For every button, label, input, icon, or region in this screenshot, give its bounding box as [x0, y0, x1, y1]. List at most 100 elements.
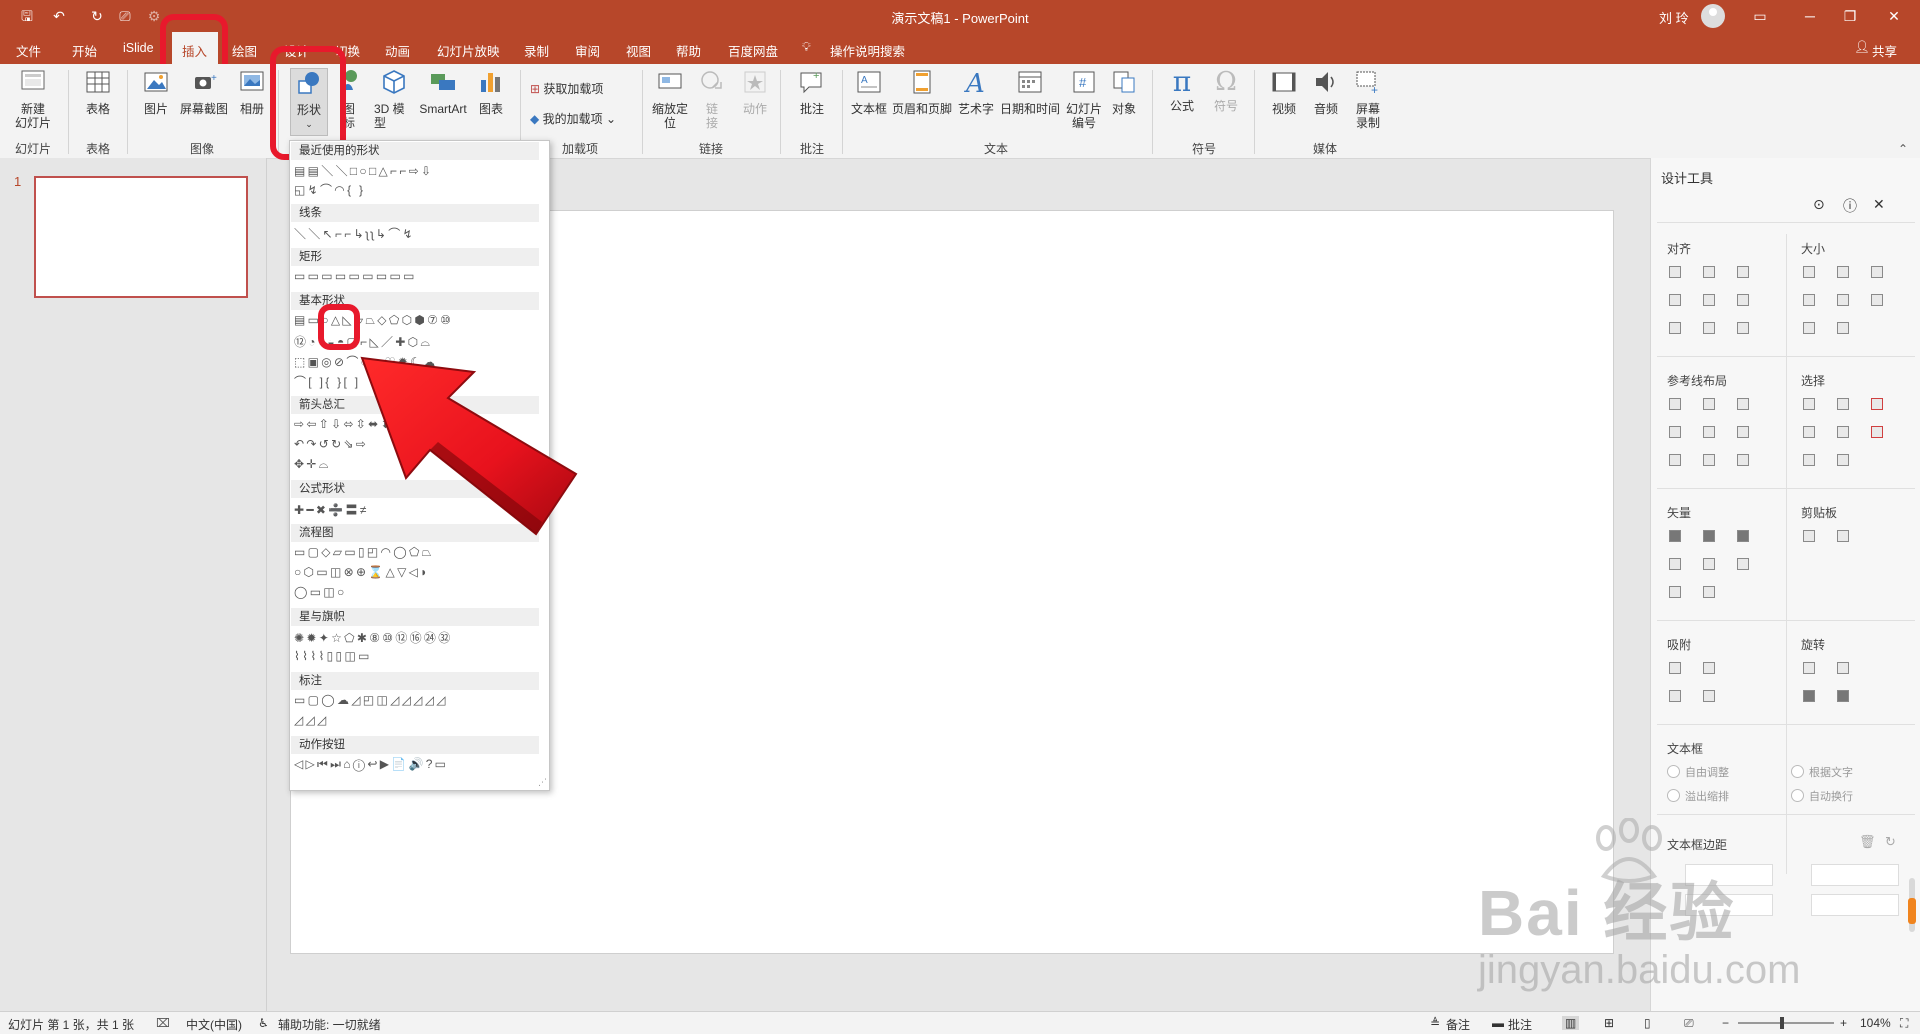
- align-middle-icon[interactable]: [1703, 294, 1715, 306]
- tab-slideshow[interactable]: 幻灯片放映: [437, 41, 500, 60]
- vector-link-icon[interactable]: [1703, 586, 1715, 598]
- zoom-slider-thumb[interactable]: [1780, 1017, 1784, 1029]
- vector-intersect-icon[interactable]: [1669, 558, 1681, 570]
- select-top-icon[interactable]: [1803, 426, 1815, 438]
- object-button[interactable]: 对象: [1106, 68, 1142, 116]
- same-height-icon[interactable]: [1837, 266, 1849, 278]
- guide-height-icon[interactable]: [1703, 454, 1715, 466]
- option-free-adjust[interactable]: 自由调整: [1667, 764, 1729, 780]
- link-button[interactable]: 链 接: [696, 68, 728, 130]
- accessibility-status[interactable]: 辅助功能: 一切就绪: [278, 1016, 381, 1033]
- 3d-models-button[interactable]: 3D 模 型: [374, 68, 414, 130]
- snap-left-icon[interactable]: [1669, 662, 1681, 674]
- share-button[interactable]: 共享: [1872, 41, 1897, 60]
- align-right-icon[interactable]: [1737, 266, 1749, 278]
- zoom-slider-track[interactable]: [1738, 1022, 1834, 1024]
- header-footer-button[interactable]: 页眉和页脚: [890, 68, 954, 116]
- picture-button[interactable]: 图片: [134, 68, 178, 116]
- notes-button[interactable]: 备注: [1446, 1016, 1470, 1033]
- shape-row-callouts-2[interactable]: ◿◿◿: [294, 713, 329, 731]
- shape-row-arrows-3[interactable]: ✥✛⌓: [294, 457, 331, 475]
- pin-icon[interactable]: ⊙: [1813, 196, 1825, 213]
- shape-row-stars-1[interactable]: ✺✹✦☆⬠✱⑧⑩⑫⑯㉔㉜: [294, 629, 453, 647]
- guide-top-icon[interactable]: [1669, 426, 1681, 438]
- same-size-icon[interactable]: [1871, 266, 1883, 278]
- close-pane-icon[interactable]: ✕: [1873, 196, 1885, 213]
- tab-record[interactable]: 录制: [524, 41, 549, 60]
- refresh-icon[interactable]: ↻: [1885, 834, 1896, 850]
- tell-me-search[interactable]: 操作说明搜索: [830, 41, 905, 60]
- select-bottom-icon[interactable]: [1803, 454, 1815, 466]
- align-center-icon[interactable]: [1703, 266, 1715, 278]
- tab-baidu-netdisk[interactable]: 百度网盘: [728, 41, 778, 60]
- select-pointer-icon[interactable]: [1871, 426, 1883, 438]
- align-top-icon[interactable]: [1669, 294, 1681, 306]
- video-button[interactable]: 视频: [1264, 68, 1304, 116]
- textbox-button[interactable]: A 文本框: [848, 68, 890, 116]
- slide-thumbnail[interactable]: [34, 176, 248, 298]
- align-left-icon[interactable]: [1669, 266, 1681, 278]
- shape-row-recent-2[interactable]: ◱↯⌒◠{ }: [294, 181, 365, 199]
- tab-animations[interactable]: 动画: [385, 41, 410, 60]
- zoom-button[interactable]: 缩放定 位: [648, 68, 692, 130]
- select-all-icon[interactable]: [1871, 398, 1883, 410]
- avatar[interactable]: [1701, 4, 1725, 28]
- vector-combine-icon[interactable]: [1703, 530, 1715, 542]
- tab-file[interactable]: 文件: [16, 41, 41, 60]
- paste-icon[interactable]: [1837, 530, 1849, 542]
- shape-row-lines[interactable]: ＼＼↖⌐⌐↳ʅʅ↳⌒↯: [294, 225, 415, 243]
- shape-row-basic-2[interactable]: ⑫◔◑◒◓▢⌐◺／✚⬡⌓: [294, 333, 432, 351]
- shape-row-rectangles[interactable]: ▭▭▭▭▭▭▭▭▭: [294, 269, 417, 287]
- shape-row-action-buttons[interactable]: ◁▷⏮⏭⌂ⓘ↩▶📄🔊?▭: [294, 757, 448, 775]
- user-name[interactable]: 刘 玲: [1659, 8, 1689, 27]
- same-width-icon[interactable]: [1803, 266, 1815, 278]
- screen-recording-button[interactable]: + 屏幕 录制: [1348, 68, 1388, 130]
- select-middle-icon[interactable]: [1837, 426, 1849, 438]
- guide-left-icon[interactable]: [1669, 398, 1681, 410]
- stretch-right-icon[interactable]: [1837, 294, 1849, 306]
- tab-review[interactable]: 审阅: [575, 41, 600, 60]
- close-icon[interactable]: ✕: [1874, 4, 1914, 28]
- comment-button[interactable]: + 批注: [790, 68, 834, 116]
- stretch-left-icon[interactable]: [1803, 294, 1815, 306]
- zoom-level[interactable]: 104%: [1860, 1016, 1891, 1030]
- distribute-vertical-icon[interactable]: [1703, 322, 1715, 334]
- vector-subtract-icon[interactable]: [1703, 558, 1715, 570]
- vector-union-icon[interactable]: [1669, 530, 1681, 542]
- option-auto-wrap[interactable]: 自动换行: [1791, 788, 1853, 804]
- new-slide-button[interactable]: 新建 幻灯片: [6, 68, 60, 130]
- minimize-icon[interactable]: ─: [1790, 4, 1830, 28]
- option-overflow-shrink[interactable]: 溢出缩排: [1667, 788, 1729, 804]
- snap-top-icon[interactable]: [1669, 690, 1681, 702]
- tab-view[interactable]: 视图: [626, 41, 651, 60]
- spellcheck-icon[interactable]: ⌧: [156, 1016, 170, 1030]
- shape-row-flow-3[interactable]: ◯▭◫○: [294, 585, 347, 603]
- slideshow-icon[interactable]: ⎚: [1684, 1016, 1694, 1031]
- rotate-right-icon[interactable]: [1837, 662, 1849, 674]
- distribute-horizontal-icon[interactable]: [1669, 322, 1681, 334]
- language-status[interactable]: 中文(中国): [186, 1016, 242, 1033]
- equation-button[interactable]: π 公式: [1162, 68, 1202, 114]
- ribbon-display-icon[interactable]: ▭: [1740, 4, 1780, 28]
- help-icon[interactable]: ⓘ: [1843, 196, 1857, 216]
- flip-vertical-icon[interactable]: [1837, 690, 1849, 702]
- collapse-ribbon-icon[interactable]: ⌃: [1898, 142, 1908, 156]
- vector-fragment-icon[interactable]: [1737, 530, 1749, 542]
- slide-number-button[interactable]: # 幻灯片 编号: [1064, 68, 1104, 130]
- flip-horizontal-icon[interactable]: [1803, 690, 1815, 702]
- zoom-out-button[interactable]: −: [1722, 1016, 1729, 1030]
- reading-view-icon[interactable]: ▯: [1644, 1016, 1651, 1030]
- fit-to-window-icon[interactable]: ⛶: [1900, 1016, 1908, 1031]
- select-same-icon[interactable]: [1803, 398, 1815, 410]
- guide-width-icon[interactable]: [1669, 454, 1681, 466]
- normal-view-icon[interactable]: ▥: [1562, 1016, 1580, 1030]
- stretch-top-icon[interactable]: [1803, 322, 1815, 334]
- my-addins-button[interactable]: ◆ 我的加载项 ⌄: [530, 110, 616, 127]
- wordart-button[interactable]: A 艺术字: [956, 68, 996, 116]
- stretch-bottom-icon[interactable]: [1837, 322, 1849, 334]
- symbol-button[interactable]: Ω 符号: [1206, 68, 1246, 113]
- tab-home[interactable]: 开始: [72, 41, 97, 60]
- snap-bottom-icon[interactable]: [1703, 690, 1715, 702]
- vector-text-icon[interactable]: [1669, 586, 1681, 598]
- fit-slide-icon[interactable]: [1871, 294, 1883, 306]
